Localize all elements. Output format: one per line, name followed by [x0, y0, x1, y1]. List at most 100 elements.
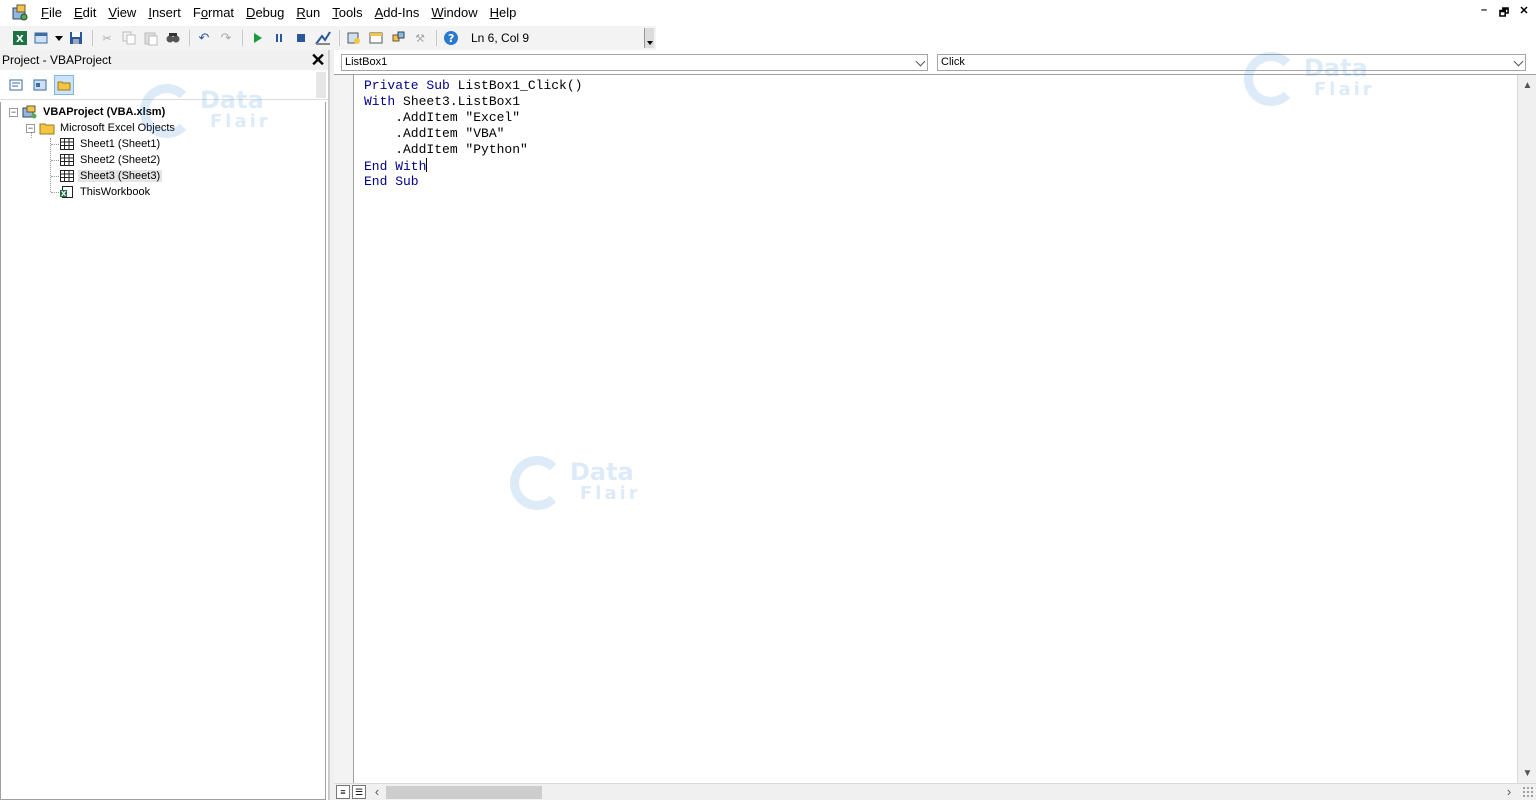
collapse-icon[interactable]: −: [26, 123, 35, 133]
chevron-down-icon[interactable]: [915, 56, 926, 67]
toolbar-separator: [189, 30, 190, 46]
view-excel-icon[interactable]: X: [10, 28, 30, 48]
code-keyword: End Sub: [364, 174, 419, 189]
menu-help[interactable]: Help: [484, 0, 523, 26]
menu-format[interactable]: Format: [187, 0, 240, 26]
code-text: .AddItem "Excel": [364, 110, 521, 125]
workbook-icon: X: [59, 185, 75, 199]
menu-file[interactable]: File: [35, 0, 68, 26]
cursor-position-status: Ln 6, Col 9: [471, 31, 530, 45]
tree-item-thisworkbook[interactable]: X ThisWorkbook: [59, 184, 152, 200]
menu-add-ins[interactable]: Add-Ins: [369, 0, 426, 26]
code-line: End With: [364, 158, 1517, 174]
properties-window-icon[interactable]: [366, 28, 386, 48]
view-object-button[interactable]: [30, 75, 50, 95]
margin-indicator-bar[interactable]: [334, 75, 354, 784]
procedure-combo[interactable]: Click: [937, 54, 1526, 71]
scroll-up-icon[interactable]: ▲: [1518, 77, 1536, 94]
break-icon[interactable]: [269, 28, 289, 48]
code-line: .AddItem "Python": [364, 142, 1517, 158]
collapse-icon[interactable]: −: [9, 107, 18, 117]
view-code-button[interactable]: [6, 75, 26, 95]
size-grip[interactable]: [1522, 786, 1534, 798]
procedure-combo-value: Click: [941, 56, 965, 68]
project-explorer-panel: Project - VBAProject ✕ − VBAProject (VBA…: [0, 50, 329, 800]
reset-icon[interactable]: [291, 28, 311, 48]
save-icon[interactable]: [66, 28, 86, 48]
menu-window[interactable]: Window: [425, 0, 483, 26]
menu-insert[interactable]: Insert: [142, 0, 187, 26]
project-explorer-icon[interactable]: [344, 28, 364, 48]
paste-icon[interactable]: [141, 28, 161, 48]
code-keyword: Private Sub: [364, 78, 450, 93]
folder-icon: [39, 121, 55, 135]
procedure-view-button[interactable]: ≡: [336, 785, 350, 799]
toolbar-separator: [339, 30, 340, 46]
vba-project-icon: [22, 105, 38, 119]
design-mode-icon[interactable]: [313, 28, 333, 48]
tree-item-label: Sheet2 (Sheet2): [80, 154, 161, 166]
tree-folder-node[interactable]: − Microsoft Excel Objects: [26, 120, 177, 136]
toolbar-separator: [242, 30, 243, 46]
undo-icon[interactable]: ↶: [194, 28, 214, 48]
code-editor[interactable]: Private Sub ListBox1_Click() With Sheet3.…: [355, 75, 1517, 784]
worksheet-icon: [59, 169, 75, 183]
code-window: ListBox1 Click Private Sub ListBox1_Clic…: [334, 50, 1536, 800]
full-module-view-button[interactable]: ☰: [352, 785, 366, 799]
svg-text:X: X: [16, 34, 24, 45]
panel-toolbar-scroll[interactable]: [316, 72, 326, 98]
vba-app-icon[interactable]: [11, 4, 29, 22]
minimize-button[interactable]: –: [1478, 4, 1490, 23]
menu-bar: File Edit View Insert Format Debug Run Tools Add…: [0, 0, 1536, 26]
object-browser-icon[interactable]: [388, 28, 408, 48]
restore-button[interactable]: 🗗: [1498, 4, 1510, 23]
project-node-label: VBAProject (VBA.xlsm): [43, 106, 166, 118]
menu-tools[interactable]: Tools: [326, 0, 368, 26]
code-text: Sheet3.ListBox1: [395, 94, 521, 109]
vertical-scrollbar[interactable]: ▲ ▼: [1517, 75, 1536, 784]
redo-icon[interactable]: ↷: [216, 28, 236, 48]
horizontal-scrollbar[interactable]: ≡ ☰ ‹ ›: [334, 783, 1536, 800]
toolbar-options-grip[interactable]: [644, 28, 654, 48]
menu-run[interactable]: Run: [290, 0, 326, 26]
tree-item-label: Sheet1 (Sheet1): [80, 138, 161, 150]
scroll-down-icon[interactable]: ▼: [1518, 765, 1536, 782]
svg-text:?: ?: [448, 32, 454, 45]
chevron-down-icon[interactable]: [1513, 56, 1524, 67]
cut-icon[interactable]: ✂: [97, 28, 117, 48]
code-text: ListBox1_Click(): [449, 78, 583, 93]
dropdown-arrow-icon[interactable]: [54, 28, 64, 48]
toolbox-icon[interactable]: ⚒: [410, 28, 430, 48]
find-icon[interactable]: [163, 28, 183, 48]
project-panel-title: Project - VBAProject: [2, 53, 112, 67]
scroll-right-icon[interactable]: ›: [1502, 784, 1516, 800]
scroll-thumb[interactable]: [386, 786, 542, 799]
tree-item-sheet2[interactable]: Sheet2 (Sheet2): [59, 152, 162, 168]
code-keyword: With: [364, 94, 396, 109]
toggle-folders-button[interactable]: [54, 74, 74, 95]
menu-edit[interactable]: Edit: [68, 0, 102, 26]
folder-node-label: Microsoft Excel Objects: [60, 122, 175, 134]
menu-debug[interactable]: Debug: [240, 0, 290, 26]
toolbar-separator: [92, 30, 93, 46]
code-frame: Private Sub ListBox1_Click() With Sheet3.…: [334, 74, 1536, 800]
tree-project-node[interactable]: − VBAProject (VBA.xlsm): [9, 104, 167, 120]
tree-item-sheet3[interactable]: Sheet3 (Sheet3): [59, 168, 163, 184]
run-icon[interactable]: [247, 28, 267, 48]
code-text: .AddItem "VBA": [364, 126, 505, 141]
tree-item-sheet1[interactable]: Sheet1 (Sheet1): [59, 136, 162, 152]
code-text: .AddItem "Python": [364, 142, 528, 157]
menu-view[interactable]: View: [102, 0, 142, 26]
window-controls: – 🗗 ✕: [1478, 4, 1530, 23]
insert-userform-icon[interactable]: [32, 28, 52, 48]
object-combo-value: ListBox1: [345, 56, 388, 68]
scroll-left-icon[interactable]: ‹: [370, 784, 384, 800]
code-keyword: End With: [364, 159, 427, 174]
close-icon[interactable]: ✕: [308, 50, 328, 70]
help-icon[interactable]: ?: [441, 28, 461, 48]
close-button[interactable]: ✕: [1518, 4, 1530, 23]
toolbar-separator: [436, 30, 437, 46]
copy-icon[interactable]: [119, 28, 139, 48]
code-line: .AddItem "VBA": [364, 126, 1517, 142]
object-combo[interactable]: ListBox1: [341, 54, 928, 71]
